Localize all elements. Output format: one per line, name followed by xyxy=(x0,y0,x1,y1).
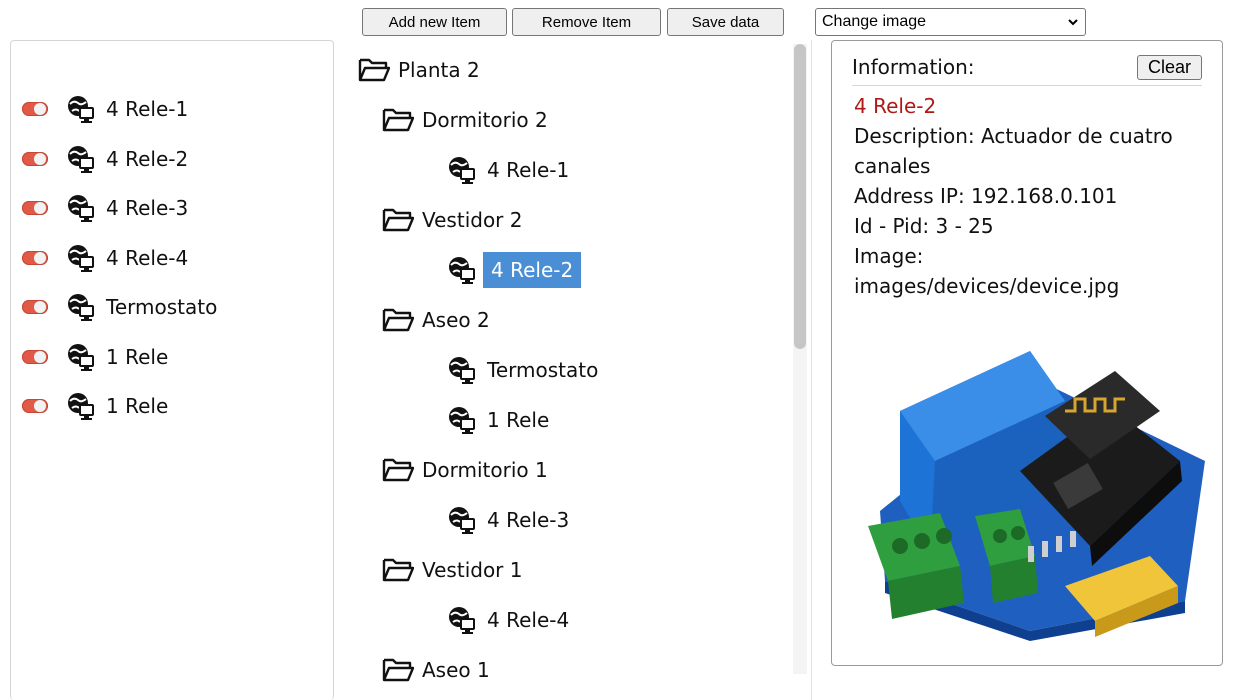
network-device-icon xyxy=(449,407,475,434)
folder-open-icon xyxy=(382,108,414,132)
change-image-select-value: Change image xyxy=(822,13,927,30)
network-device-icon xyxy=(68,244,94,272)
information-header: Information: Clear xyxy=(852,49,1202,86)
device-list-item-label: 4 Rele-2 xyxy=(106,146,189,171)
device-list-item[interactable]: Termostato xyxy=(22,292,217,322)
tree-device-label: 4 Rele-2 xyxy=(483,252,582,288)
network-device-icon xyxy=(68,96,94,123)
network-device-icon xyxy=(68,145,94,173)
device-list-item[interactable]: 4 Rele-4 xyxy=(22,243,188,273)
remove-item-button[interactable]: Remove Item xyxy=(512,8,661,36)
tree-folder-node[interactable]: Vestidor 2 xyxy=(382,203,523,237)
tree-folder-label: Vestidor 1 xyxy=(422,558,523,582)
folder-open-icon xyxy=(382,308,414,332)
network-device-icon xyxy=(449,157,475,184)
information-title: Information: xyxy=(852,55,975,79)
tree-device-node[interactable]: 4 Rele-3 xyxy=(447,503,569,537)
network-device-icon xyxy=(68,393,94,420)
network-device-icon xyxy=(449,507,475,534)
device-list-item[interactable]: 4 Rele-3 xyxy=(22,193,188,223)
tree-folder-label: Dormitorio 2 xyxy=(422,108,548,132)
tree-folder-label: Planta 2 xyxy=(398,58,480,82)
toggle-switch-icon[interactable] xyxy=(22,102,48,116)
network-device-icon xyxy=(68,294,94,321)
selected-device-name: 4 Rele-2 xyxy=(854,94,937,118)
toggle-switch-icon[interactable] xyxy=(22,250,48,265)
toggle-switch-icon[interactable] xyxy=(22,300,48,314)
tree-folder-node[interactable]: Vestidor 1 xyxy=(382,553,523,587)
clear-button[interactable]: Clear xyxy=(1136,54,1202,80)
tree-device-label: 4 Rele-4 xyxy=(487,608,570,632)
network-device-icon xyxy=(68,195,94,222)
tree-device-node[interactable]: 4 Rele-1 xyxy=(447,153,569,187)
tree-folder-label: Vestidor 2 xyxy=(422,208,523,232)
tree-device-label: 1 Rele xyxy=(487,408,550,432)
change-image-select[interactable]: Change image xyxy=(815,8,1086,36)
tree-device-node[interactable]: 1 Rele xyxy=(447,403,549,437)
add-item-button[interactable]: Add new Item xyxy=(362,8,507,36)
tree-device-label: 4 Rele-3 xyxy=(487,508,570,532)
network-device-icon xyxy=(449,357,475,384)
device-list-item[interactable]: 1 Rele xyxy=(22,391,168,421)
device-list-item-label: 4 Rele-1 xyxy=(106,97,189,121)
tree-folder-node[interactable]: Planta 2 xyxy=(358,53,480,87)
network-device-icon xyxy=(68,343,94,371)
save-data-button[interactable]: Save data xyxy=(667,8,784,36)
device-list-item[interactable]: 4 Rele-1 xyxy=(22,94,188,124)
device-image xyxy=(868,351,1205,641)
folder-open-icon xyxy=(382,658,414,682)
folder-open-icon xyxy=(382,558,414,582)
device-list-item[interactable]: 4 Rele-2 xyxy=(22,144,188,174)
device-list-item-label: 1 Rele xyxy=(106,394,169,418)
device-id-pid: Id - Pid: 3 - 25 xyxy=(854,214,994,238)
tree-folder-node[interactable]: Dormitorio 1 xyxy=(382,453,548,487)
information-panel: Information: Clear 4 Rele-2 Description:… xyxy=(831,40,1223,666)
device-list-item-label: 4 Rele-4 xyxy=(106,245,189,270)
tree-folder-node[interactable]: Aseo 2 xyxy=(382,303,490,337)
tree-folder-label: Dormitorio 1 xyxy=(422,458,548,482)
tree-device-node[interactable]: 4 Rele-2 xyxy=(447,252,582,288)
toggle-switch-icon[interactable] xyxy=(22,151,48,166)
tree-folder-node[interactable]: Dormitorio 2 xyxy=(382,103,548,137)
tree-folder-label: Aseo 2 xyxy=(422,308,490,332)
device-list-item-label: Termostato xyxy=(106,295,218,319)
network-device-icon xyxy=(449,607,475,634)
toggle-switch-icon[interactable] xyxy=(22,399,48,413)
device-image-label: Image: xyxy=(854,244,924,268)
tree-folder-node[interactable]: Aseo 1 xyxy=(382,653,490,687)
device-description: Description: Actuador de cuatro canales xyxy=(854,124,1173,178)
folder-open-icon xyxy=(382,208,414,232)
tree-device-label: Termostato xyxy=(487,358,599,382)
chevron-down-icon xyxy=(1068,19,1078,26)
information-body: 4 Rele-2 Description: Actuador de cuatro… xyxy=(854,91,1214,301)
folder-open-icon xyxy=(382,458,414,482)
tree-device-label: 4 Rele-1 xyxy=(487,158,570,182)
network-device-icon xyxy=(449,257,475,284)
tree-folder-label: Aseo 1 xyxy=(422,658,490,682)
tree-device-node[interactable]: 4 Rele-4 xyxy=(447,603,569,637)
toggle-switch-icon[interactable] xyxy=(22,201,48,215)
device-address: Address IP: 192.168.0.101 xyxy=(854,184,1118,208)
toggle-switch-icon[interactable] xyxy=(22,349,48,364)
device-image-path: images/devices/device.jpg xyxy=(854,274,1120,298)
tree-device-node[interactable]: Termostato xyxy=(447,353,598,387)
folder-open-icon xyxy=(358,58,390,82)
device-list-item-label: 1 Rele xyxy=(106,344,169,369)
tree-scrollbar[interactable] xyxy=(793,44,807,674)
device-list-item-label: 4 Rele-3 xyxy=(106,196,189,220)
device-list-item[interactable]: 1 Rele xyxy=(22,342,168,372)
tree-scrollbar-thumb[interactable] xyxy=(794,44,806,349)
